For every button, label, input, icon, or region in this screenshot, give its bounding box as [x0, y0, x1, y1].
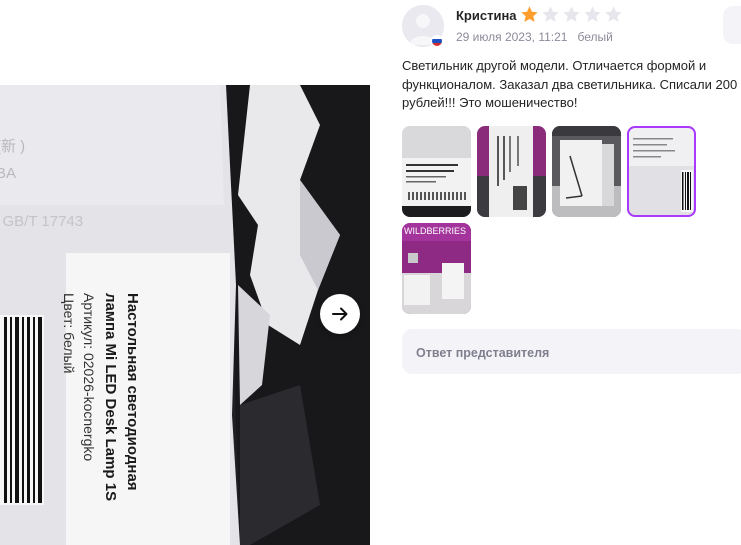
thumbnail-3[interactable]	[552, 126, 621, 217]
thumbnail-2[interactable]	[477, 126, 546, 217]
photo-viewer: (新 ) BA 4 GB/T 17743 Настольная светодио…	[0, 0, 370, 545]
thumbnail-4-active[interactable]	[627, 126, 696, 217]
arrow-right-icon	[332, 307, 348, 321]
star-empty-icon	[605, 6, 622, 22]
review-color: белый	[577, 30, 613, 44]
review-meta: 29 июля 2023, 11:21 белый	[456, 30, 613, 44]
review-date: 29 июля 2023, 11:21	[456, 30, 568, 44]
rating-stars	[520, 5, 623, 24]
box-print-3: 4 GB/T 17743	[0, 213, 83, 230]
review-card: Кристина 29 июля 2023, 11:21 белый Свети…	[370, 0, 741, 545]
representative-answer-label: Ответ представителя	[416, 346, 550, 360]
thumbnail-image	[402, 126, 471, 217]
star-empty-icon	[584, 6, 601, 22]
thumbnail-1[interactable]	[402, 126, 471, 217]
thumbnail-image	[477, 126, 546, 217]
barcode	[0, 315, 44, 505]
label-line-2: лампа Mi LED Desk Lamp 1S	[102, 293, 119, 501]
review-author: Кристина	[456, 8, 517, 23]
label-line-1: Настольная светодиодная	[124, 293, 141, 491]
star-empty-icon	[542, 6, 559, 22]
star-filled-icon	[521, 6, 538, 22]
label-line-3: Артикул: 02026-kocnergko	[81, 293, 97, 461]
thumbnail-image: WILDBERRIES	[402, 223, 471, 314]
box-print-2: BA	[0, 165, 16, 182]
review-thumbnails: WILDBERRIES	[402, 126, 732, 314]
photo-image: (新 ) BA 4 GB/T 17743 Настольная светодио…	[0, 85, 370, 545]
review-menu-button[interactable]	[723, 6, 741, 44]
thumbnail-image	[627, 126, 696, 217]
label-line-4: Цвет: белый	[61, 293, 77, 373]
wildberries-sign: WILDBERRIES	[404, 226, 466, 236]
review-text: Светильник другой модели. Отличается фор…	[402, 58, 738, 110]
review-photo: (新 ) BA 4 GB/T 17743 Настольная светодио…	[0, 85, 370, 545]
representative-answer-button[interactable]: Ответ представителя	[402, 329, 741, 374]
thumbnail-5[interactable]: WILDBERRIES	[402, 223, 471, 314]
next-photo-button[interactable]	[320, 294, 360, 334]
russia-flag-icon	[431, 35, 443, 47]
thumbnail-image	[552, 126, 621, 217]
box-print-1: (新 )	[0, 138, 25, 155]
star-empty-icon	[563, 6, 580, 22]
